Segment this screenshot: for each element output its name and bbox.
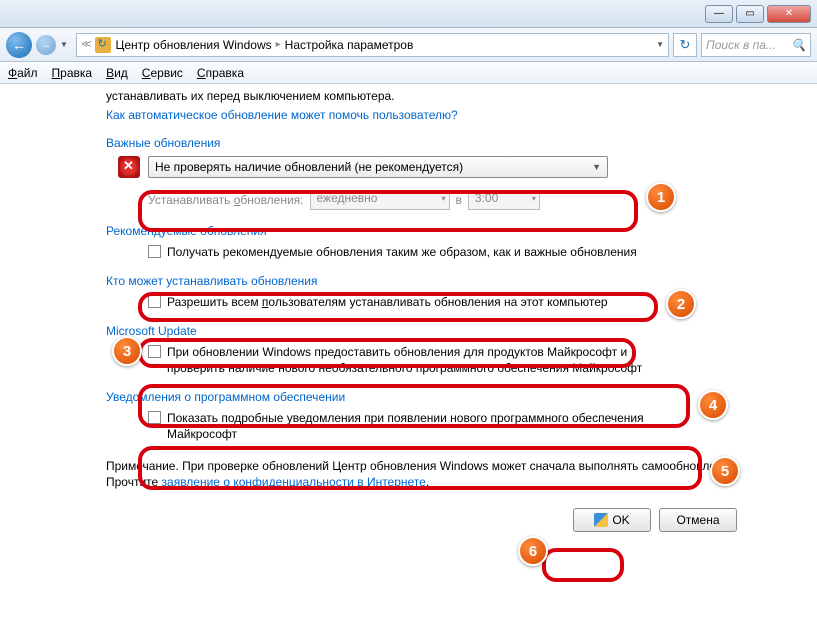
schedule-row: Устанавливать обновления: ежедневно▾ в 3… — [148, 190, 745, 210]
notify-checkbox[interactable] — [148, 411, 161, 424]
history-dropdown-icon[interactable]: ▼ — [60, 40, 72, 49]
help-link[interactable]: Как автоматическое обновление может помо… — [106, 108, 745, 122]
chevron-right-icon: ▸ — [276, 39, 281, 50]
ok-button[interactable]: OK — [573, 508, 651, 532]
shield-error-icon — [118, 156, 140, 178]
back-button[interactable]: ← — [6, 32, 32, 58]
breadcrumb-dropdown-icon[interactable]: ▼ — [656, 40, 664, 49]
breadcrumb-seg2[interactable]: Настройка параметров — [285, 38, 414, 52]
chevron-down-icon: ▼ — [592, 162, 601, 172]
menu-help[interactable]: Справка — [197, 66, 244, 80]
update-mode-dropdown[interactable]: Не проверять наличие обновлений (не реко… — [148, 156, 608, 178]
ok-button-label: OK — [612, 513, 629, 527]
close-button[interactable]: ✕ — [767, 5, 811, 23]
menu-view[interactable]: Вид — [106, 66, 128, 80]
section-recommended: Рекомендуемые обновления — [106, 224, 745, 238]
search-placeholder: Поиск в па... — [706, 38, 776, 52]
privacy-link[interactable]: заявление о конфиденциальности в Интерне… — [162, 475, 426, 489]
cancel-button-label: Отмена — [676, 513, 719, 527]
msupdate-checkbox[interactable] — [148, 345, 161, 358]
allow-users-checkbox[interactable] — [148, 295, 161, 308]
msupdate-checkbox-label: При обновлении Windows предоставить обно… — [167, 344, 687, 376]
schedule-at-label: в — [456, 193, 462, 207]
window-titlebar: — ▭ ✕ — [0, 0, 817, 28]
search-input[interactable]: Поиск в па... 🔍 — [701, 33, 811, 57]
maximize-button[interactable]: ▭ — [736, 5, 764, 23]
menubar: Файл Правка Вид Сервис Справка — [0, 62, 817, 84]
cancel-button[interactable]: Отмена — [659, 508, 737, 532]
breadcrumb[interactable]: ≪ Центр обновления Windows ▸ Настройка п… — [76, 33, 669, 57]
refresh-button[interactable]: ↻ — [673, 33, 697, 57]
section-important: Важные обновления — [106, 136, 745, 150]
recommended-checkbox-label: Получать рекомендуемые обновления таким … — [167, 244, 637, 260]
menu-file[interactable]: Файл — [8, 66, 38, 80]
minimize-button[interactable]: — — [705, 5, 733, 23]
uac-shield-icon — [594, 513, 608, 527]
schedule-label: Устанавливать обновления: — [148, 193, 304, 207]
breadcrumb-seg1[interactable]: Центр обновления Windows — [115, 38, 271, 52]
note-text: Примечание. При проверке обновлений Цент… — [106, 458, 745, 490]
recommended-checkbox[interactable] — [148, 245, 161, 258]
menu-edit[interactable]: Правка — [52, 66, 93, 80]
search-icon: 🔍 — [791, 38, 806, 52]
schedule-frequency-select: ежедневно▾ — [310, 190, 450, 210]
section-who: Кто может устанавливать обновления — [106, 274, 745, 288]
navigation-bar: ← → ▼ ≪ Центр обновления Windows ▸ Настр… — [0, 28, 817, 62]
section-notify: Уведомления о программном обеспечении — [106, 390, 745, 404]
forward-button[interactable]: → — [36, 35, 56, 55]
allow-users-checkbox-label: Разрешить всем пользователям устанавлива… — [167, 294, 608, 310]
control-panel-icon — [95, 37, 111, 53]
intro-text: устанавливать их перед выключением компь… — [106, 88, 745, 104]
content-panel: устанавливать их перед выключением компь… — [36, 84, 781, 612]
notify-checkbox-label: Показать подробные уведомления при появл… — [167, 410, 687, 442]
button-row: OK Отмена — [106, 508, 745, 532]
section-msupdate: Microsoft Update — [106, 324, 745, 338]
schedule-time-select: 3:00▾ — [468, 190, 540, 210]
dropdown-value: Не проверять наличие обновлений (не реко… — [155, 160, 463, 174]
menu-tools[interactable]: Сервис — [142, 66, 183, 80]
